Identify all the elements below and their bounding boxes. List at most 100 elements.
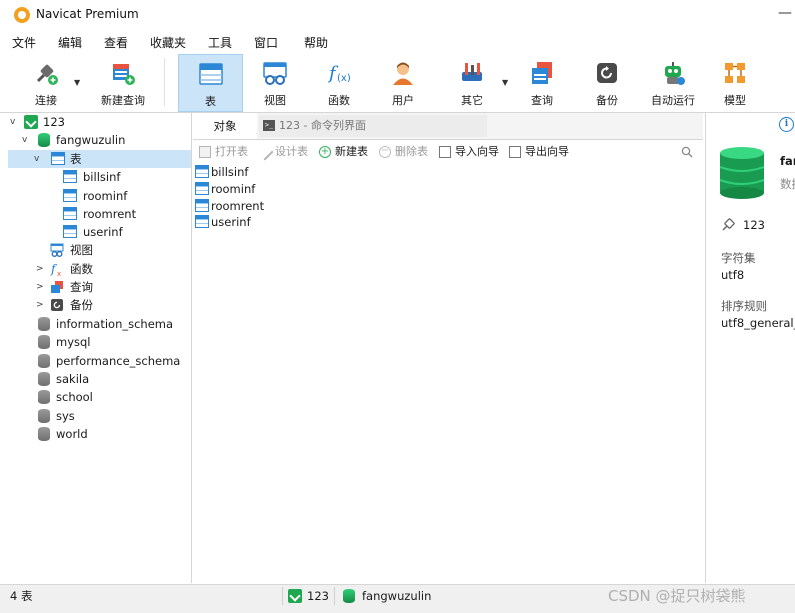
tree-views-label: 视图 — [70, 243, 93, 257]
expand-arrow-icon[interactable]: > — [36, 260, 44, 278]
other-dropdown-icon[interactable]: ▼ — [502, 78, 508, 87]
table-icon — [63, 225, 77, 238]
collapse-arrow-icon[interactable]: v — [10, 113, 15, 131]
tree-database-label: fangwuzulin — [56, 133, 126, 147]
object-list-item[interactable]: roominf — [195, 181, 255, 197]
tree-table-item[interactable]: roomrent — [8, 205, 191, 223]
tree-table-label: billsinf — [83, 170, 121, 184]
tree-database-row[interactable]: world — [8, 425, 191, 443]
database-large-icon — [720, 147, 764, 199]
tree-database-row[interactable]: school — [8, 388, 191, 406]
tree-table-item[interactable]: userinf — [8, 223, 191, 241]
backup-icon — [597, 63, 617, 83]
function-button[interactable]: f (x) 函数 — [310, 54, 368, 110]
tree-database-row[interactable]: v fangwuzulin — [8, 131, 191, 149]
tree-backups-node[interactable]: > 备份 — [8, 296, 191, 314]
tree-functions-label: 函数 — [70, 262, 93, 276]
tree-queries-label: 查询 — [70, 280, 93, 294]
new-table-button[interactable]: + 新建表 — [319, 144, 368, 160]
tree-database-row[interactable]: mysql — [8, 333, 191, 351]
query-icon — [51, 281, 63, 293]
model-icon — [725, 63, 745, 83]
toolbar-divider — [164, 58, 165, 106]
backup-button[interactable]: 备份 — [578, 54, 636, 110]
tree-functions-node[interactable]: > f x 函数 — [8, 260, 191, 278]
tree-table-label: userinf — [83, 225, 123, 239]
connect-dropdown-icon[interactable]: ▼ — [74, 78, 80, 87]
info-charset-label: 字符集 — [721, 251, 756, 265]
model-button[interactable]: 模型 — [706, 54, 764, 110]
tree-database-label: sys — [56, 409, 75, 423]
import-wizard-label: 导入向导 — [455, 145, 499, 158]
tree-tables-node[interactable]: v 表 — [8, 150, 191, 168]
function-label: 函数 — [328, 94, 350, 107]
design-table-label: 设计表 — [275, 145, 308, 158]
search-icon[interactable] — [681, 146, 693, 158]
new-query-button[interactable]: 新建查询 — [88, 54, 158, 110]
tree-queries-node[interactable]: > 查询 — [8, 278, 191, 296]
menu-window[interactable]: 窗口 — [254, 34, 278, 51]
other-button[interactable]: 其它 — [443, 54, 501, 110]
collapse-arrow-icon[interactable]: v — [22, 131, 27, 149]
info-icon[interactable]: i — [779, 117, 794, 132]
tab-console-label: 123 - 命令列界面 — [279, 119, 366, 132]
status-database: fangwuzulin — [362, 589, 432, 603]
tree-database-row[interactable]: performance_schema — [8, 352, 191, 370]
user-label: 用户 — [392, 94, 414, 107]
tree-database-row[interactable]: information_schema — [8, 315, 191, 333]
title-bar: Navicat Premium — — [0, 0, 795, 30]
menu-tools[interactable]: 工具 — [208, 34, 232, 51]
table-icon — [195, 215, 209, 228]
object-list-item[interactable]: roomrent — [195, 198, 264, 214]
tree-database-row[interactable]: sys — [8, 407, 191, 425]
status-connection: 123 — [307, 589, 329, 603]
view-button[interactable]: 视图 — [246, 54, 304, 110]
user-button[interactable]: 用户 — [374, 54, 432, 110]
table-icon — [198, 63, 223, 85]
import-wizard-button[interactable]: 导入向导 — [439, 144, 499, 160]
connection-icon — [24, 115, 38, 129]
table-button[interactable]: 表 — [178, 54, 243, 112]
menu-edit[interactable]: 编辑 — [58, 34, 82, 51]
minimize-icon[interactable]: — — [778, 6, 792, 20]
database-icon — [38, 409, 50, 423]
view-label: 视图 — [264, 94, 286, 107]
table-icon — [63, 189, 77, 202]
delete-table-button[interactable]: − 删除表 — [379, 144, 428, 160]
tab-console[interactable]: >_ 123 - 命令列界面 — [259, 115, 487, 137]
object-list-item[interactable]: userinf — [195, 214, 251, 230]
tree-database-row[interactable]: sakila — [8, 370, 191, 388]
object-list-label: roominf — [211, 182, 256, 196]
expand-arrow-icon[interactable]: > — [36, 278, 44, 296]
design-table-button[interactable]: 设计表 — [256, 143, 308, 161]
tree-table-label: roomrent — [83, 207, 137, 221]
tree-views-node[interactable]: 视图 — [8, 241, 191, 259]
menu-view[interactable]: 查看 — [104, 34, 128, 51]
tree-database-label: school — [56, 390, 93, 404]
query-button[interactable]: 查询 — [513, 54, 571, 110]
new-query-icon — [113, 64, 135, 85]
tree-table-label: roominf — [83, 189, 128, 203]
tree-connection-label: 123 — [43, 115, 65, 129]
tree-connection-row[interactable]: v 123 — [8, 113, 191, 131]
tab-strip: 对象 >_ 123 - 命令列界面 — [193, 113, 703, 140]
automation-button[interactable]: 自动运行 — [644, 54, 702, 110]
menu-file[interactable]: 文件 — [12, 34, 36, 51]
object-list-item[interactable]: billsinf — [195, 164, 248, 180]
database-icon — [38, 427, 50, 441]
tree-table-item[interactable]: roominf — [8, 187, 191, 205]
pencil-icon — [256, 143, 274, 161]
database-icon — [38, 372, 50, 386]
open-table-button[interactable]: 打开表 — [199, 144, 248, 160]
connect-button[interactable]: 连接 — [20, 54, 72, 110]
info-collation-label: 排序规则 — [721, 299, 767, 313]
expand-arrow-icon[interactable]: > — [36, 296, 44, 314]
menu-bar: 文件 编辑 查看 收藏夹 工具 窗口 帮助 — [0, 30, 795, 52]
collapse-arrow-icon[interactable]: v — [34, 150, 39, 168]
tree-table-item[interactable]: billsinf — [8, 168, 191, 186]
menu-favorites[interactable]: 收藏夹 — [150, 34, 186, 51]
tab-objects[interactable]: 对象 — [193, 113, 257, 139]
menu-help[interactable]: 帮助 — [304, 34, 328, 51]
query-label: 查询 — [531, 94, 553, 107]
export-wizard-button[interactable]: 导出向导 — [509, 144, 569, 160]
